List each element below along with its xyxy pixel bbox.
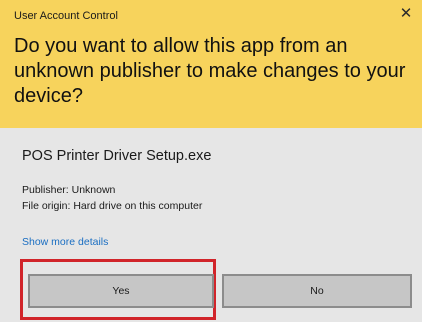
yes-button[interactable]: Yes: [28, 274, 214, 308]
dialog-title: User Account Control: [14, 10, 118, 22]
app-metadata: Publisher: Unknown File origin: Hard dri…: [22, 182, 202, 214]
dialog-header: User Account Control ✕ Do you want to al…: [0, 0, 422, 128]
dialog-body: POS Printer Driver Setup.exe Publisher: …: [0, 128, 422, 322]
app-name: POS Printer Driver Setup.exe: [22, 148, 212, 164]
close-icon[interactable]: ✕: [398, 6, 414, 22]
publisher-label: Publisher: Unknown: [22, 184, 116, 196]
file-origin-label: File origin: Hard drive on this computer: [22, 200, 203, 212]
dialog-question: Do you want to allow this app from an un…: [14, 35, 406, 107]
no-button[interactable]: No: [222, 274, 412, 308]
uac-dialog: User Account Control ✕ Do you want to al…: [0, 0, 422, 322]
show-more-details-link[interactable]: Show more details: [22, 236, 108, 248]
